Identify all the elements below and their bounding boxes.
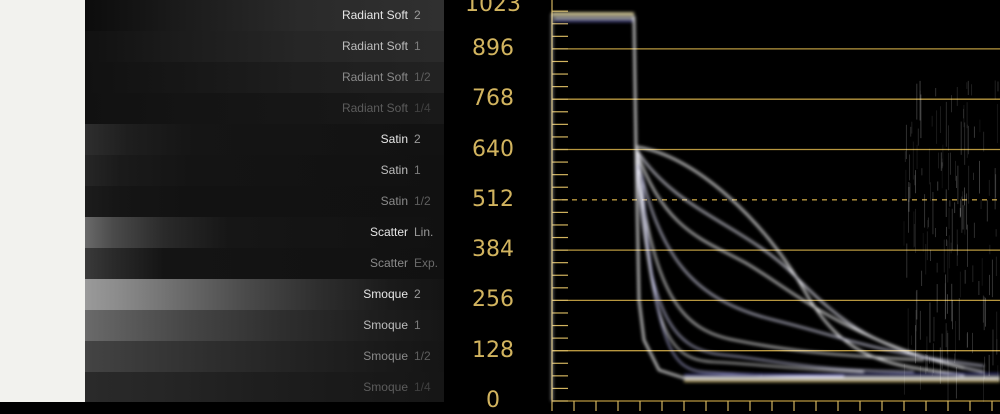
waveform-trace xyxy=(636,164,915,373)
swatch-level: Exp. xyxy=(414,256,439,270)
scale-label: 1023 xyxy=(465,0,521,17)
swatch-row-label: Smoque 1/4 xyxy=(363,372,438,402)
swatch-row-label: Smoque 1 xyxy=(363,310,438,341)
scale-label: 512 xyxy=(472,186,514,212)
scale-label: 768 xyxy=(472,86,514,112)
swatch-row: Smoque 1/2 xyxy=(85,341,444,372)
swatch-row-label: Scatter Exp. xyxy=(370,248,438,279)
swatch-row: Scatter Lin. xyxy=(85,217,444,248)
scale-label: 384 xyxy=(472,237,514,263)
swatch-row: Smoque 1 xyxy=(85,310,444,341)
swatch-name: Smoque xyxy=(363,349,408,363)
swatch-level: 1/2 xyxy=(414,194,431,208)
swatch-panel: Radiant Soft 2 Radiant Soft 1 Radiant Soft 1/… xyxy=(0,0,444,402)
swatch-name: Satin xyxy=(380,132,408,146)
swatch-row: Radiant Soft 1/2 xyxy=(85,62,444,93)
swatch-level: 1 xyxy=(414,318,421,332)
swatch-name: Radiant Soft xyxy=(341,70,408,84)
scale-label: 896 xyxy=(472,35,514,61)
waveform-trace xyxy=(636,149,985,373)
swatch-name: Satin xyxy=(380,163,408,177)
swatch-row-label: Radiant Soft 1 xyxy=(342,31,438,62)
swatch-name: Smoque xyxy=(363,287,408,301)
swatch-row-label: Radiant Soft 2 xyxy=(342,0,438,31)
white-reference-strip xyxy=(0,0,85,402)
swatch-row: Scatter Exp. xyxy=(85,248,444,279)
swatch-row: Radiant Soft 2 xyxy=(85,0,444,31)
swatch-row-label: Satin 1/2 xyxy=(381,186,438,217)
swatch-level: 1/4 xyxy=(414,101,431,115)
swatch-row: Radiant Soft 1 xyxy=(85,31,444,62)
swatch-row-label: Smoque 1/2 xyxy=(363,341,438,372)
swatch-level: 1/2 xyxy=(414,349,431,363)
swatch-level: Lin. xyxy=(414,225,434,239)
swatch-row: Smoque 2 xyxy=(85,279,444,310)
waveform-trace xyxy=(641,174,845,377)
swatch-name: Smoque xyxy=(363,380,408,394)
swatch-level: 2 xyxy=(414,132,421,146)
swatch-level: 2 xyxy=(414,8,421,22)
scale-label: 640 xyxy=(472,136,514,162)
swatch-row: Smoque 1/4 xyxy=(85,372,444,402)
waveform-trace xyxy=(636,159,925,361)
swatch-level: 2 xyxy=(414,287,421,301)
swatch-row: Satin 2 xyxy=(85,124,444,155)
waveform-noise xyxy=(903,80,999,402)
swatch-name: Scatter xyxy=(369,256,408,270)
waveform-scope: 1023 896 768 640 512 384 256 128 0 xyxy=(444,0,1000,414)
swatch-name: Radiant Soft xyxy=(341,39,408,53)
swatch-name: Radiant Soft xyxy=(341,8,408,22)
swatch-name: Radiant Soft xyxy=(341,101,408,115)
swatch-name: Scatter xyxy=(369,225,408,239)
swatch-row-label: Smoque 2 xyxy=(363,279,438,310)
swatch-row-label: Satin 1 xyxy=(381,155,438,186)
swatch-level: 1 xyxy=(414,39,421,53)
scale-label: 0 xyxy=(486,388,500,413)
scale-label: 128 xyxy=(472,337,514,363)
scale-label: 256 xyxy=(472,287,514,313)
swatch-level: 1/2 xyxy=(414,70,431,84)
swatch-row-label: Satin 2 xyxy=(381,124,438,155)
swatch-row-label: Radiant Soft 1/2 xyxy=(342,62,438,93)
swatch-row-label: Scatter Lin. xyxy=(370,217,438,248)
swatch-row: Radiant Soft 1/4 xyxy=(85,93,444,124)
swatch-name: Satin xyxy=(380,194,408,208)
swatch-name: Smoque xyxy=(363,318,408,332)
waveform-trace xyxy=(636,154,985,367)
swatch-row-label: Radiant Soft 1/4 xyxy=(342,93,438,124)
swatch-row: Satin 1/2 xyxy=(85,186,444,217)
swatch-level: 1 xyxy=(414,163,421,177)
swatch-level: 1/4 xyxy=(414,380,431,394)
swatch-row: Satin 1 xyxy=(85,155,444,186)
